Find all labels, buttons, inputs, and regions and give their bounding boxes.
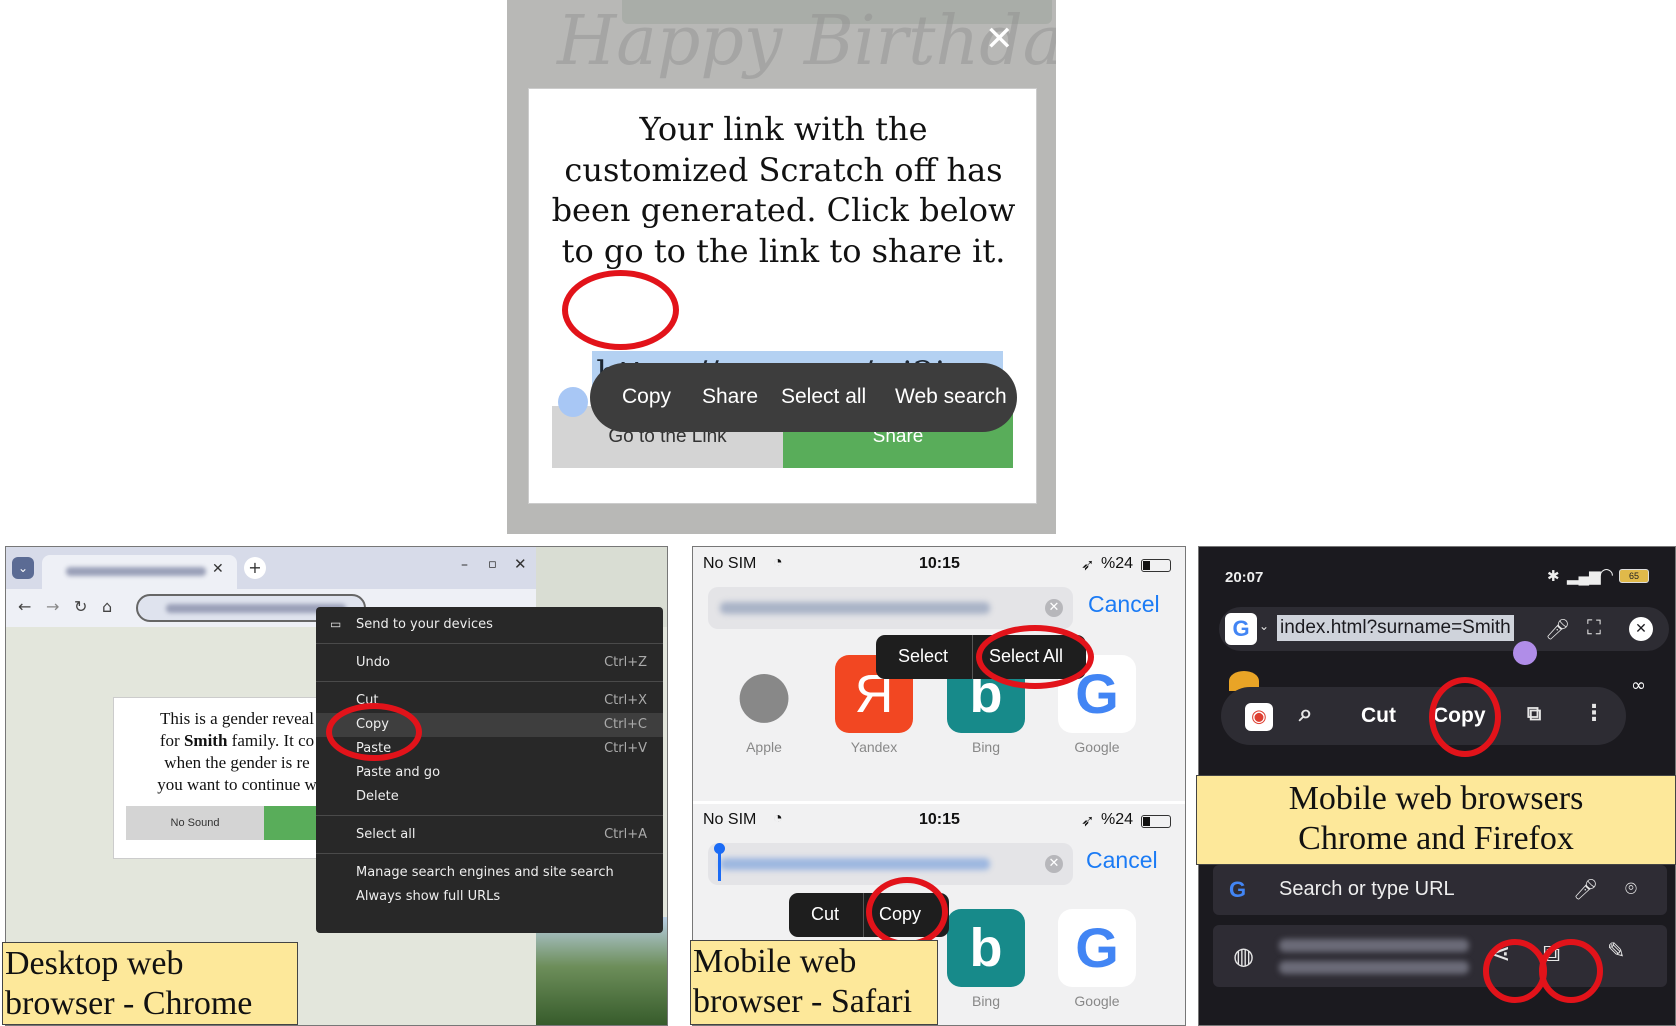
camera-icon[interactable]: ⌾ [1625,876,1637,900]
app-label-bing: Bing [971,739,1001,755]
menu-delete[interactable]: Delete [316,785,663,809]
highlight-ring-copy-icon [1539,939,1603,1003]
mask-icon: ∞ [1631,675,1646,696]
tab-bar: ⌄ ✕ + – ▫ ✕ [6,547,536,589]
highlight-ring-select-all [976,625,1094,689]
apple-icon[interactable]: ● [725,655,803,733]
close-icon[interactable]: ✕ [985,22,1014,56]
menu-send-to-devices[interactable]: ▭ Send to your devices [316,613,663,637]
wifi-icon: ◔ [773,554,783,571]
menu-manage-search-engines[interactable]: Manage search engines and site search [316,861,663,885]
chrome-url-bar[interactable]: G ⌄ index.html?surname=Smith 🎤︎ ⛶ ✕ [1219,607,1669,651]
cancel-button-lower[interactable]: Cancel [1086,847,1158,874]
app-label-google-lower: Google [1074,993,1120,1009]
wifi-icon: ◠ [1599,565,1614,584]
highlight-ring-copy [562,270,679,350]
cancel-button[interactable]: Cancel [1088,591,1160,618]
firefox-search-bar[interactable]: G Search or type URL 🎤︎ ⌾ [1213,865,1667,915]
highlight-ring-copy [866,877,948,947]
gender-reveal-dialog: This is a gender reveal for Smith family… [113,697,344,859]
minimize-icon[interactable]: – [461,557,468,573]
google-icon[interactable]: G [1058,909,1136,987]
location-icon: ➶ [1081,557,1095,574]
app-label-google: Google [1074,739,1120,755]
menu-select-all[interactable]: Select all [781,385,866,409]
selection-handle[interactable] [1513,641,1537,665]
context-menu: ▭ Send to your devices Undo Ctrl+Z Cut Ctrl… [316,607,663,933]
safari-url-field[interactable]: ✕ [708,587,1073,629]
status-bar: 20:07 ✱ ▂▄▆ ◠ 65 [1199,547,1675,597]
clear-icon[interactable]: ✕ [1629,617,1653,641]
chrome-selection-toolbar: ◉ ⌕ Cut Copy ⧉ ⋮ [1221,687,1626,745]
app-label-yandex: Yandex [850,739,898,755]
reload-icon[interactable]: ↻ [74,597,87,616]
select-button[interactable]: Select [898,646,948,667]
highlight-ring-share [1483,939,1547,1003]
chrome-icon[interactable]: ◉ [1245,703,1273,731]
menu-paste-and-go[interactable]: Paste and go [316,761,663,785]
open-external-icon[interactable]: ⧉ [1527,701,1541,725]
chevron-down-icon: ⌄ [1259,619,1270,633]
more-vert-icon[interactable]: ⋮ [1583,701,1605,726]
highlight-ring-copy [1429,677,1501,757]
app-label-apple: Apple [746,739,782,755]
mic-icon[interactable]: 🎤︎ [1545,617,1570,641]
maximize-icon[interactable]: ▫ [488,557,497,572]
status-bar-lower: No SIM ◔ 10:15 ➶ %24 [693,810,1185,839]
landscape-photo [536,917,667,1025]
app-label-bing-lower: Bing [971,993,1001,1009]
menu-web-search[interactable]: Web search [895,385,1007,409]
forward-icon[interactable]: → [46,597,59,616]
home-icon[interactable]: ⌂ [102,597,112,616]
clear-icon: ✕ [1045,599,1063,617]
selection-handle-start[interactable] [558,387,588,417]
cut-button[interactable]: Cut [811,904,839,925]
caption-desktop-chrome: Desktop web browser - Chrome [2,942,298,1025]
browser-tab[interactable]: ✕ [42,555,237,589]
dialog-message: Your link with the customized Scratch of… [551,110,1016,270]
google-icon[interactable]: G [1225,613,1257,645]
menu-select-all[interactable]: Select all Ctrl+A [316,823,663,847]
close-window-icon[interactable]: ✕ [514,555,527,573]
background-title: Happy Birthday [557,2,1056,81]
text-selection-menu: Copy Share Select all Web search [590,363,1017,432]
close-tab-icon[interactable]: ✕ [212,561,224,577]
signal-icon: ▂▄▆ [1567,568,1601,585]
edit-icon[interactable]: ✎ [1607,939,1625,964]
new-tab-icon[interactable]: + [244,557,266,579]
menu-copy[interactable]: Copy [622,385,671,409]
bluetooth-icon: ✱ [1547,568,1560,585]
caption-mobile-chrome-firefox: Mobile web browsers Chrome and Firefox [1196,775,1676,865]
back-icon[interactable]: ← [18,597,31,616]
scratch-off-link-panel: Happy Birthday ✕ Your link with the cust… [507,0,1056,534]
toolbar-cut[interactable]: Cut [1361,704,1396,728]
search-icon[interactable]: ⌕ [1299,699,1312,727]
bing-icon[interactable]: b [947,909,1025,987]
menu-show-full-urls[interactable]: Always show full URLs [316,885,663,909]
battery-icon [1141,559,1171,572]
menu-share[interactable]: Share [702,385,758,409]
mic-icon[interactable]: 🎤︎ [1573,877,1598,901]
search-placeholder: Search or type URL [1279,878,1455,900]
status-bar: No SIM ◔ 10:15 ➶ %24 [693,554,1185,583]
tab-search-icon[interactable]: ⌄ [12,557,34,579]
highlight-ring-copy [326,703,422,761]
google-icon: G [1229,877,1247,902]
no-sound-button[interactable]: No Sound [126,806,264,840]
menu-undo[interactable]: Undo Ctrl+Z [316,651,663,675]
url-text-selected[interactable]: index.html?surname=Smith [1277,615,1514,641]
battery-icon: 65 [1619,569,1649,583]
lens-icon[interactable]: ⛶ [1587,615,1601,639]
caption-safari: Mobile web browser - Safari [690,940,938,1025]
globe-icon: ◍ [1233,942,1254,970]
